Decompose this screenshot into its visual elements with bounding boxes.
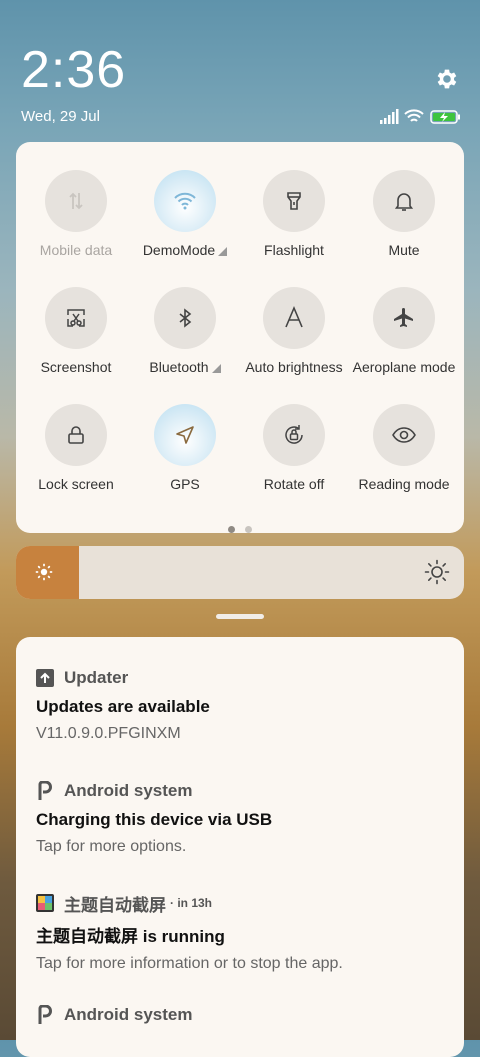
status-area: 2:36 Wed, 29 Jul	[0, 0, 480, 140]
tile-rotate-off[interactable]: Rotate off	[239, 404, 349, 492]
tile-lock-screen[interactable]: Lock screen	[21, 404, 131, 492]
theme-screenshot-app-icon	[36, 894, 54, 912]
notification-body: Tap for more options.	[36, 838, 187, 855]
location-icon	[154, 404, 216, 466]
bluetooth-icon	[154, 287, 216, 349]
app-name: 主题自动截屏	[64, 895, 166, 915]
mobile-data-icon	[45, 170, 107, 232]
expand-triangle-icon	[218, 246, 228, 256]
brightness-low-icon	[35, 563, 53, 581]
notification-item[interactable]: Android system	[36, 1004, 456, 1026]
drag-handle[interactable]	[216, 614, 264, 619]
tile-mobile-data[interactable]: Mobile data	[21, 170, 131, 258]
notification-body: Tap for more information or to stop the …	[36, 955, 343, 972]
clock: 2:36	[21, 41, 127, 99]
eye-icon	[373, 404, 435, 466]
tile-auto-brightness[interactable]: Auto brightness	[239, 287, 349, 375]
page-dot-1[interactable]	[228, 526, 235, 533]
notification-title: Charging this device via USB	[36, 810, 273, 829]
tile-aeroplane-mode[interactable]: Aeroplane mode	[349, 287, 459, 375]
notification-time: · in 13h	[170, 896, 213, 910]
battery-charging-icon	[430, 110, 460, 124]
notification-title: 主题自动截屏 is running	[36, 927, 225, 946]
notification-title: Updates are available	[36, 697, 210, 716]
auto-brightness-icon	[263, 287, 325, 349]
tile-screenshot[interactable]: Screenshot	[21, 287, 131, 375]
tile-demomode[interactable]: DemoMode	[130, 170, 240, 258]
notification-body: V11.0.9.0.PFGINXM	[36, 725, 181, 742]
wifi-icon	[404, 109, 424, 122]
page-indicator	[16, 520, 464, 538]
quick-settings-panel: Mobile data DemoMode Flashlight Mute Scr…	[16, 142, 464, 533]
wifi-icon	[154, 170, 216, 232]
notification-item[interactable]: 主题自动截屏 · in 13h 主题自动截屏 is running Tap fo…	[36, 892, 456, 973]
notification-item[interactable]: Android system Charging this device via …	[36, 780, 456, 856]
gear-icon[interactable]	[433, 66, 459, 92]
expand-triangle-icon	[211, 363, 221, 373]
brightness-high-icon	[424, 559, 450, 585]
updater-icon	[36, 669, 54, 687]
bell-icon	[373, 170, 435, 232]
rotate-lock-icon	[263, 404, 325, 466]
airplane-icon	[373, 287, 435, 349]
android-system-icon	[36, 1005, 54, 1024]
tile-mute[interactable]: Mute	[349, 170, 459, 258]
lock-icon	[45, 404, 107, 466]
notification-list: Updater Updates are available V11.0.9.0.…	[16, 637, 464, 1057]
app-name: Android system	[64, 1005, 193, 1024]
page-dot-2[interactable]	[245, 526, 252, 533]
tile-bluetooth[interactable]: Bluetooth	[130, 287, 240, 375]
app-name: Android system	[64, 781, 193, 800]
tile-reading-mode[interactable]: Reading mode	[349, 404, 459, 492]
date: Wed, 29 Jul	[21, 108, 100, 125]
brightness-slider[interactable]	[16, 546, 464, 599]
tile-flashlight[interactable]: Flashlight	[239, 170, 349, 258]
tile-gps[interactable]: GPS	[130, 404, 240, 492]
app-name: Updater	[64, 668, 129, 687]
flashlight-icon	[263, 170, 325, 232]
notification-item[interactable]: Updater Updates are available V11.0.9.0.…	[36, 667, 456, 743]
screenshot-icon	[45, 287, 107, 349]
system-icons	[380, 109, 460, 124]
signal-icon	[380, 109, 399, 124]
android-system-icon	[36, 781, 54, 800]
